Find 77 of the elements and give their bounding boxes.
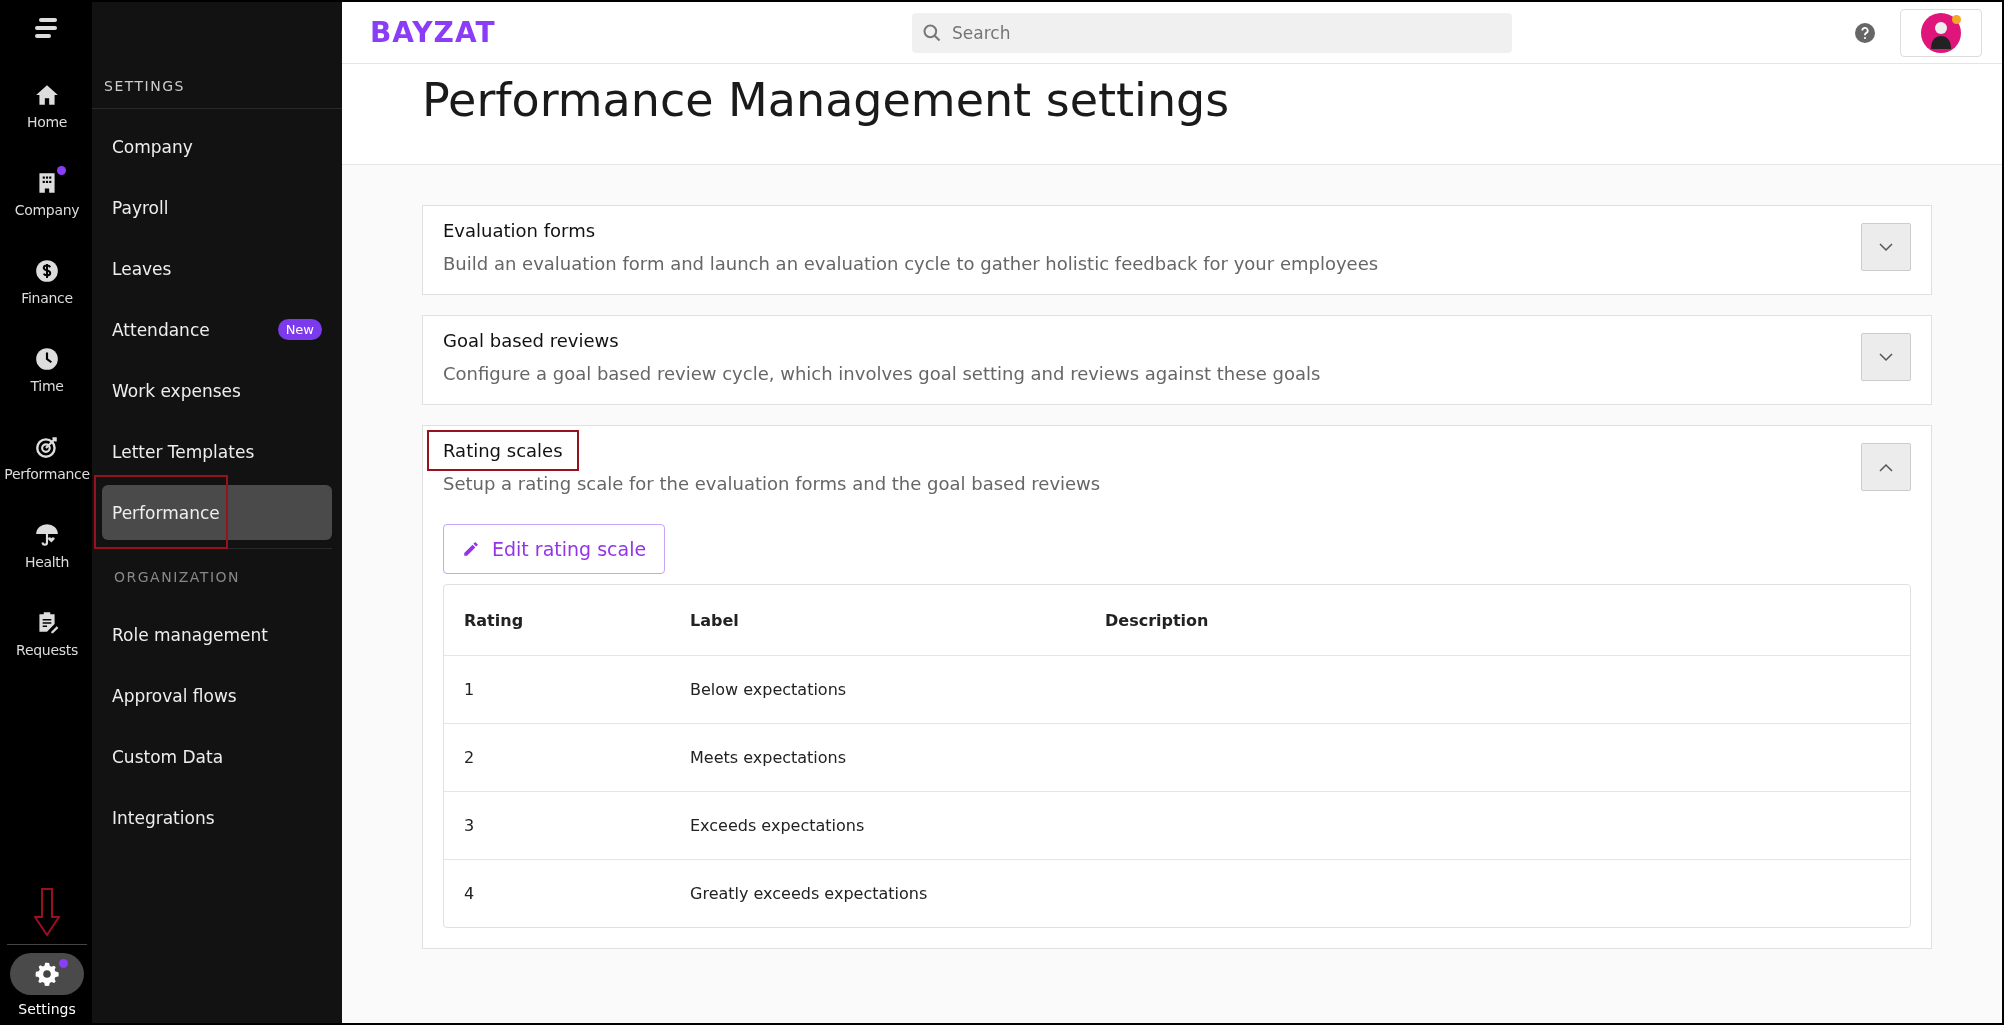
sidebar-item[interactable]: Work expenses: [102, 363, 332, 418]
sidebar-item[interactable]: Attendance New: [102, 302, 332, 357]
section-title: Goal based reviews: [443, 330, 619, 351]
rail-label: Company: [14, 202, 80, 218]
sidebar-item-label: Payroll: [112, 197, 169, 218]
column-header: Description: [1104, 610, 1210, 630]
rail-nav-item[interactable]: Health: [2, 522, 92, 570]
expand-toggle-button[interactable]: [1861, 443, 1911, 491]
umbrella-icon: [34, 522, 60, 548]
rail-label: Home: [26, 114, 68, 130]
sidebar-item-label: Work expenses: [112, 380, 241, 401]
sidebar-item[interactable]: Approval flows: [102, 668, 332, 723]
sidebar-item[interactable]: Letter Templates: [102, 424, 332, 479]
section-description: Setup a rating scale for the evaluation forms and the goal based reviews: [443, 473, 1101, 494]
settings-button[interactable]: [10, 953, 84, 995]
sidebar-item-label: Custom Data: [112, 746, 224, 767]
avatar-icon: [1921, 12, 1961, 53]
section-description: Configure a goal based review cycle, which involves goal setting and reviews against these goals: [443, 363, 1321, 384]
sidebar-item[interactable]: Company: [102, 119, 332, 174]
expand-toggle-button[interactable]: [1861, 223, 1911, 271]
sidebar-item-label: Role management: [112, 624, 268, 645]
sidebar-item[interactable]: Role management: [102, 607, 332, 662]
sidebar-item-label: Leaves: [112, 258, 172, 279]
table-cell-text: 2: [463, 748, 476, 767]
sidebar-item-label: Integrations: [112, 807, 215, 828]
table-cell-text: Meets expectations: [689, 748, 848, 767]
sidebar-item[interactable]: Payroll: [102, 180, 332, 235]
rail-label: Settings: [18, 1001, 76, 1017]
sidebar-item[interactable]: Custom Data: [102, 729, 332, 784]
section-description: Build an evaluation form and launch an evaluation cycle to gather holistic feedback for your employees: [443, 253, 1379, 274]
rail-nav-item[interactable]: Finance: [2, 258, 92, 306]
rail-nav-item[interactable]: Performance: [2, 434, 92, 482]
sidebar-item-label: Letter Templates: [112, 441, 255, 462]
rail-nav-item[interactable]: Requests: [2, 610, 92, 658]
profile-button[interactable]: [1900, 8, 1982, 57]
rail-nav-item[interactable]: Company: [2, 170, 92, 218]
help-icon[interactable]: [1855, 22, 1875, 43]
chevron-icon: [1879, 242, 1893, 252]
logo[interactable]: BAYZAT: [370, 16, 496, 49]
sidebar-heading: ORGANIZATION: [113, 568, 242, 587]
rail-label: Time: [30, 378, 64, 394]
section-title: Evaluation forms: [443, 220, 596, 241]
rail-nav-item[interactable]: Time: [2, 346, 92, 394]
table-cell-text: 3: [463, 816, 476, 835]
search-field[interactable]: Search: [912, 12, 1512, 53]
expand-toggle-button[interactable]: [1861, 333, 1911, 381]
sidebar-item-label: Attendance: [112, 319, 210, 340]
sidebar-item-label: Performance: [112, 502, 220, 523]
table-cell-text: Greatly exceeds expectations: [689, 884, 929, 903]
column-header: Rating: [463, 610, 525, 630]
page-title: Performance Management settings: [422, 72, 1231, 129]
target-icon: [34, 434, 60, 460]
sidebar-item[interactable]: Integrations: [102, 790, 332, 845]
rail-label: Requests: [16, 642, 78, 658]
pencil-icon: [462, 540, 480, 558]
new-badge: New: [277, 319, 322, 340]
search-icon: [922, 22, 942, 43]
settings-icon: [34, 961, 60, 987]
chevron-icon: [1879, 352, 1893, 362]
edit-rating-scale-button[interactable]: Edit rating scale: [443, 524, 666, 574]
sidebar-item[interactable]: Leaves: [102, 241, 332, 296]
table-cell-text: 4: [463, 884, 476, 903]
clock-icon: [34, 346, 60, 372]
rail-label: Health: [24, 554, 70, 570]
table-cell-text: Below expectations: [689, 680, 848, 699]
sidebar-item-label: Approval flows: [112, 685, 237, 706]
chevron-icon: [1879, 462, 1893, 472]
rail-nav-item[interactable]: Home: [2, 82, 92, 130]
rail-label: Performance: [4, 466, 90, 482]
sidebar-item-label: Company: [112, 136, 193, 157]
sidebar-item[interactable]: Performance: [102, 485, 332, 540]
table-cell-text: 1: [463, 680, 476, 699]
dollar-icon: [34, 258, 60, 284]
section-title: Rating scales: [443, 440, 563, 461]
rail-label: Finance: [21, 290, 73, 306]
column-header: Label: [689, 610, 740, 630]
table-cell-text: Exceeds expectations: [689, 816, 866, 835]
